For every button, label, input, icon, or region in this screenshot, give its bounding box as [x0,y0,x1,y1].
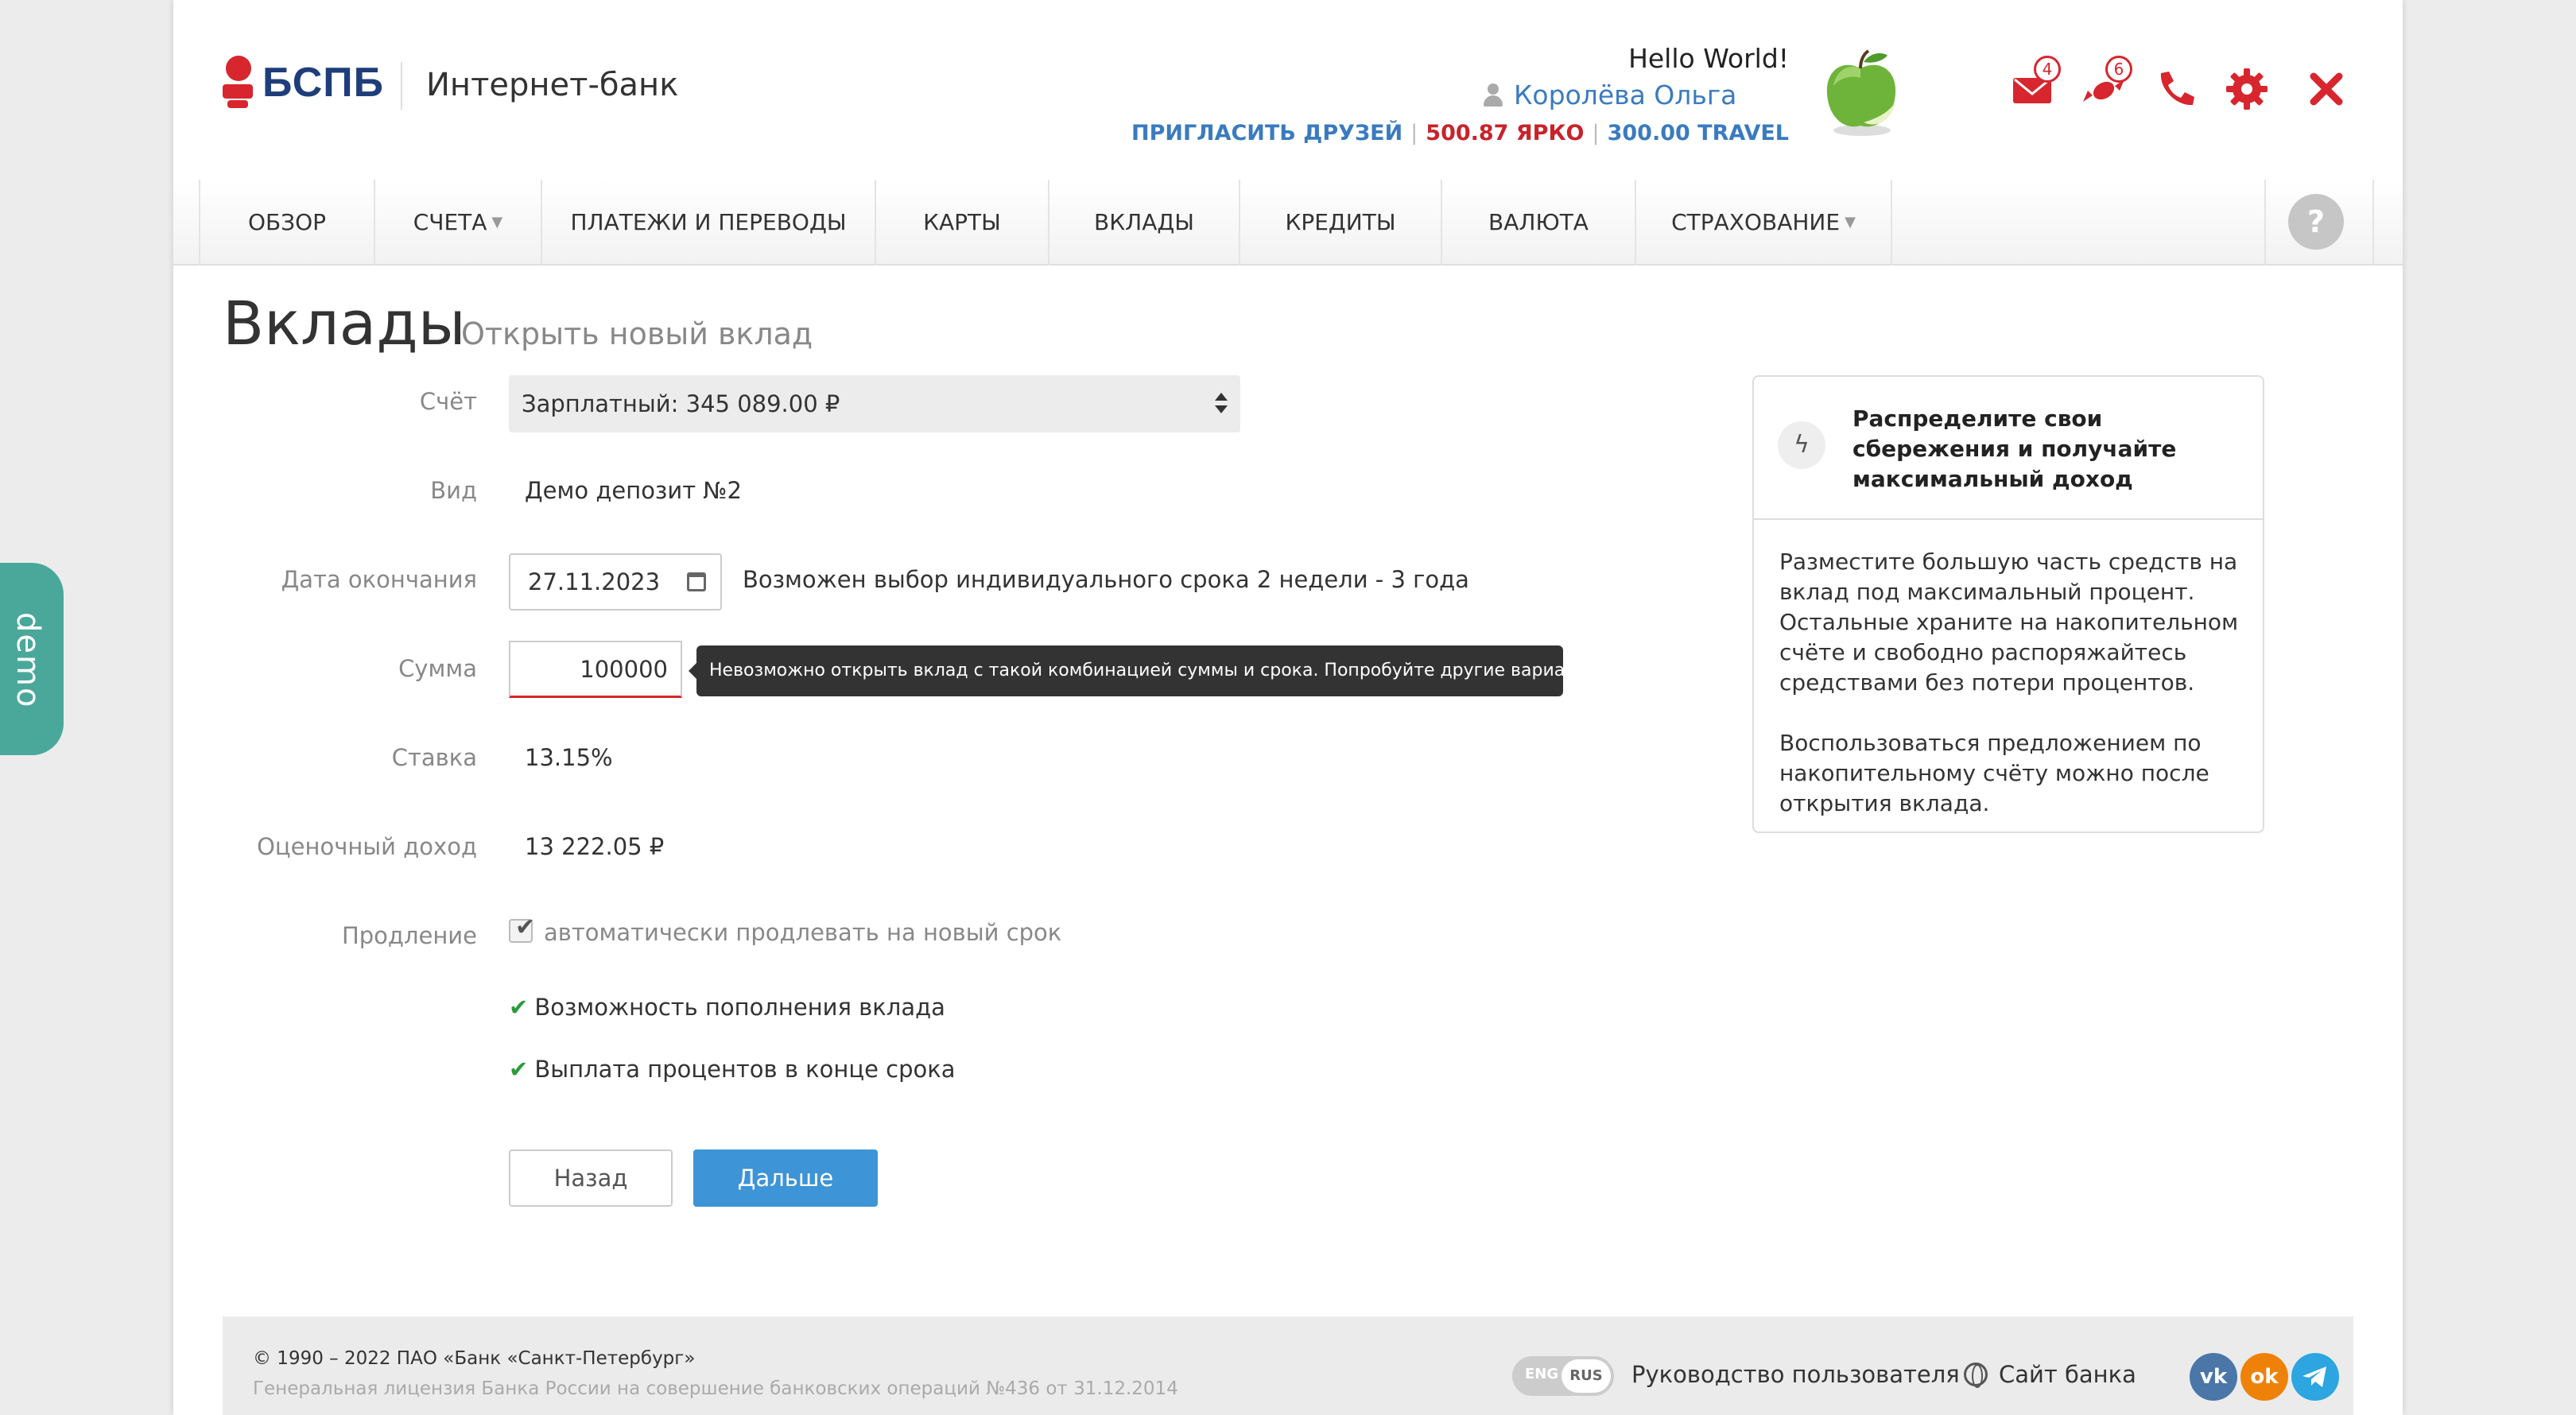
vk-icon[interactable]: vk [2190,1353,2237,1401]
phone-button[interactable] [2153,67,2198,111]
checkmark-icon: ✔ [515,913,536,941]
gifts-count-badge: 6 [2105,56,2132,83]
demo-tab[interactable]: demo [0,563,64,755]
bonus-travel-link[interactable]: 300.00 TRAVEL [1608,121,1789,145]
type-value: Демо депозит №2 [525,477,742,504]
telegram-icon[interactable] [2291,1353,2339,1401]
calendar-icon[interactable] [687,572,706,591]
bonus-yarko-link[interactable]: 500.87 ЯРКО [1426,121,1584,145]
account-label: Счёт [419,388,477,415]
page-subtitle: Открыть новый вклад [461,316,813,351]
odnoklassniki-icon[interactable]: ok [2240,1353,2288,1401]
feature-interest-payout: ✔ Выплата процентов в конце срока [509,1056,956,1083]
renewal-label: Продление [341,922,477,949]
user-icon [1482,83,1504,107]
green-check-icon: ✔ [509,1056,529,1083]
promo-header: ϟ Распределите свои сбережения и получай… [1754,377,2263,520]
chevron-down-icon: ▼ [491,214,503,231]
nav-item-cards[interactable]: КАРТЫ [875,180,1048,266]
globe-icon [1964,1363,1988,1388]
end-date-hint: Возможен выбор индивидуального срока 2 н… [743,566,1469,593]
bank-site-link[interactable]: Сайт банка [1964,1361,2136,1388]
amount-input[interactable]: 100000 [509,641,682,698]
logout-button[interactable] [2304,67,2349,111]
page-title: Вклады [223,288,466,359]
nav-divider [2372,180,2374,266]
settings-button[interactable] [2225,67,2269,111]
promo-body: Разместите большую часть средств на вкла… [1779,547,2240,819]
renewal-checkbox[interactable]: ✔ [509,913,536,943]
nav-item-credits[interactable]: КРЕДИТЫ [1239,180,1441,266]
green-check-icon: ✔ [509,994,529,1021]
greeting-text: Hello World! [1628,43,1789,74]
logo-divider [401,62,402,110]
user-name-link[interactable]: Королёва Ольга [1482,79,1736,110]
page: БСПБ Интернет-банк Hello World! Королёва… [173,0,2403,1415]
copyright-text: © 1990 – 2022 ПАО «Банк «Санкт-Петербург… [253,1348,696,1369]
next-button[interactable]: Дальше [693,1149,878,1207]
gifts-button[interactable]: 6 [2081,56,2132,111]
logo-text: БСПБ [262,60,384,106]
promo-paragraph: Воспользоваться предложением по накопите… [1779,730,2209,816]
header-links: ПРИГЛАСИТЬ ДРУЗЕЙ | 500.87 ЯРКО | 300.00 TRA… [1131,121,1789,145]
nav-item-currency[interactable]: ВАЛЮТА [1441,180,1635,266]
account-select[interactable]: Зарплатный: 345 089.00 ₽ [509,375,1240,432]
license-text: Генеральная лицензия Банка России на сов… [253,1378,1178,1399]
chevron-down-icon: ▼ [1845,214,1856,231]
main-nav: ОБЗОР СЧЕТА ▼ ПЛАТЕЖИ И ПЕРЕВОДЫ КАРТЫ ВК… [173,180,2403,266]
end-date-value: 27.11.2023 [528,568,661,595]
nav-item-overview[interactable]: ОБЗОР [199,180,374,266]
renewal-checkbox-label[interactable]: автоматически продлевать на новый срок [544,919,1061,946]
income-value: 13 222.05 ₽ [525,833,665,860]
lang-eng[interactable]: ENG [1525,1366,1558,1382]
gear-icon [2226,68,2268,110]
account-select-value: Зарплатный: 345 089.00 ₽ [522,390,840,417]
income-label: Оценочный доход [257,833,477,860]
feature-replenish: ✔ Возможность пополнения вклада [509,994,945,1021]
lightning-icon: ϟ [1778,421,1825,469]
close-icon [2310,72,2343,106]
rate-value: 13.15% [525,744,613,771]
lang-rus[interactable]: RUS [1562,1359,1611,1393]
back-button[interactable]: Назад [509,1149,673,1207]
rate-label: Ставка [391,744,477,771]
end-date-label: Дата окончания [281,566,477,593]
help-button[interactable]: ? [2288,194,2344,250]
amount-error-tooltip: Невозможно открыть вклад с такой комбина… [689,645,1606,696]
bank-logo[interactable]: БСПБ [223,56,384,110]
amount-label: Сумма [398,655,477,682]
apple-avatar-icon[interactable] [1819,46,1902,138]
footer: © 1990 – 2022 ПАО «Банк «Санкт-Петербург… [223,1316,2353,1415]
promo-card: ϟ Распределите свои сбережения и получай… [1752,375,2264,833]
nav-item-deposits[interactable]: ВКЛАДЫ [1048,180,1239,266]
end-date-input[interactable]: 27.11.2023 [509,553,722,611]
promo-title: Распределите свои сбережения и получайте… [1852,405,2177,492]
select-arrows-icon [1215,393,1228,417]
nav-item-insurance[interactable]: СТРАХОВАНИЕ ▼ [1635,180,1892,266]
user-guide-link[interactable]: Руководство пользователя [1631,1361,1960,1388]
nav-item-accounts[interactable]: СЧЕТА ▼ [374,180,541,266]
logo-caption: Интернет-банк [426,67,679,103]
user-name: Королёва Ольга [1514,79,1737,110]
invite-friends-link[interactable]: ПРИГЛАСИТЬ ДРУЗЕЙ [1131,121,1402,145]
nav-item-payments[interactable]: ПЛАТЕЖИ И ПЕРЕВОДЫ [541,180,875,266]
language-toggle[interactable]: ENG RUS [1512,1356,1614,1396]
demo-tab-label: demo [10,612,46,709]
type-label: Вид [430,477,477,504]
nav-divider [2264,180,2266,266]
promo-paragraph: Разместите большую часть средств на вкла… [1779,549,2239,696]
logo-mark-icon [223,56,253,110]
mail-count-badge: 4 [2034,56,2061,83]
mail-button[interactable]: 4 [2010,56,2061,111]
phone-icon [2160,72,2194,106]
